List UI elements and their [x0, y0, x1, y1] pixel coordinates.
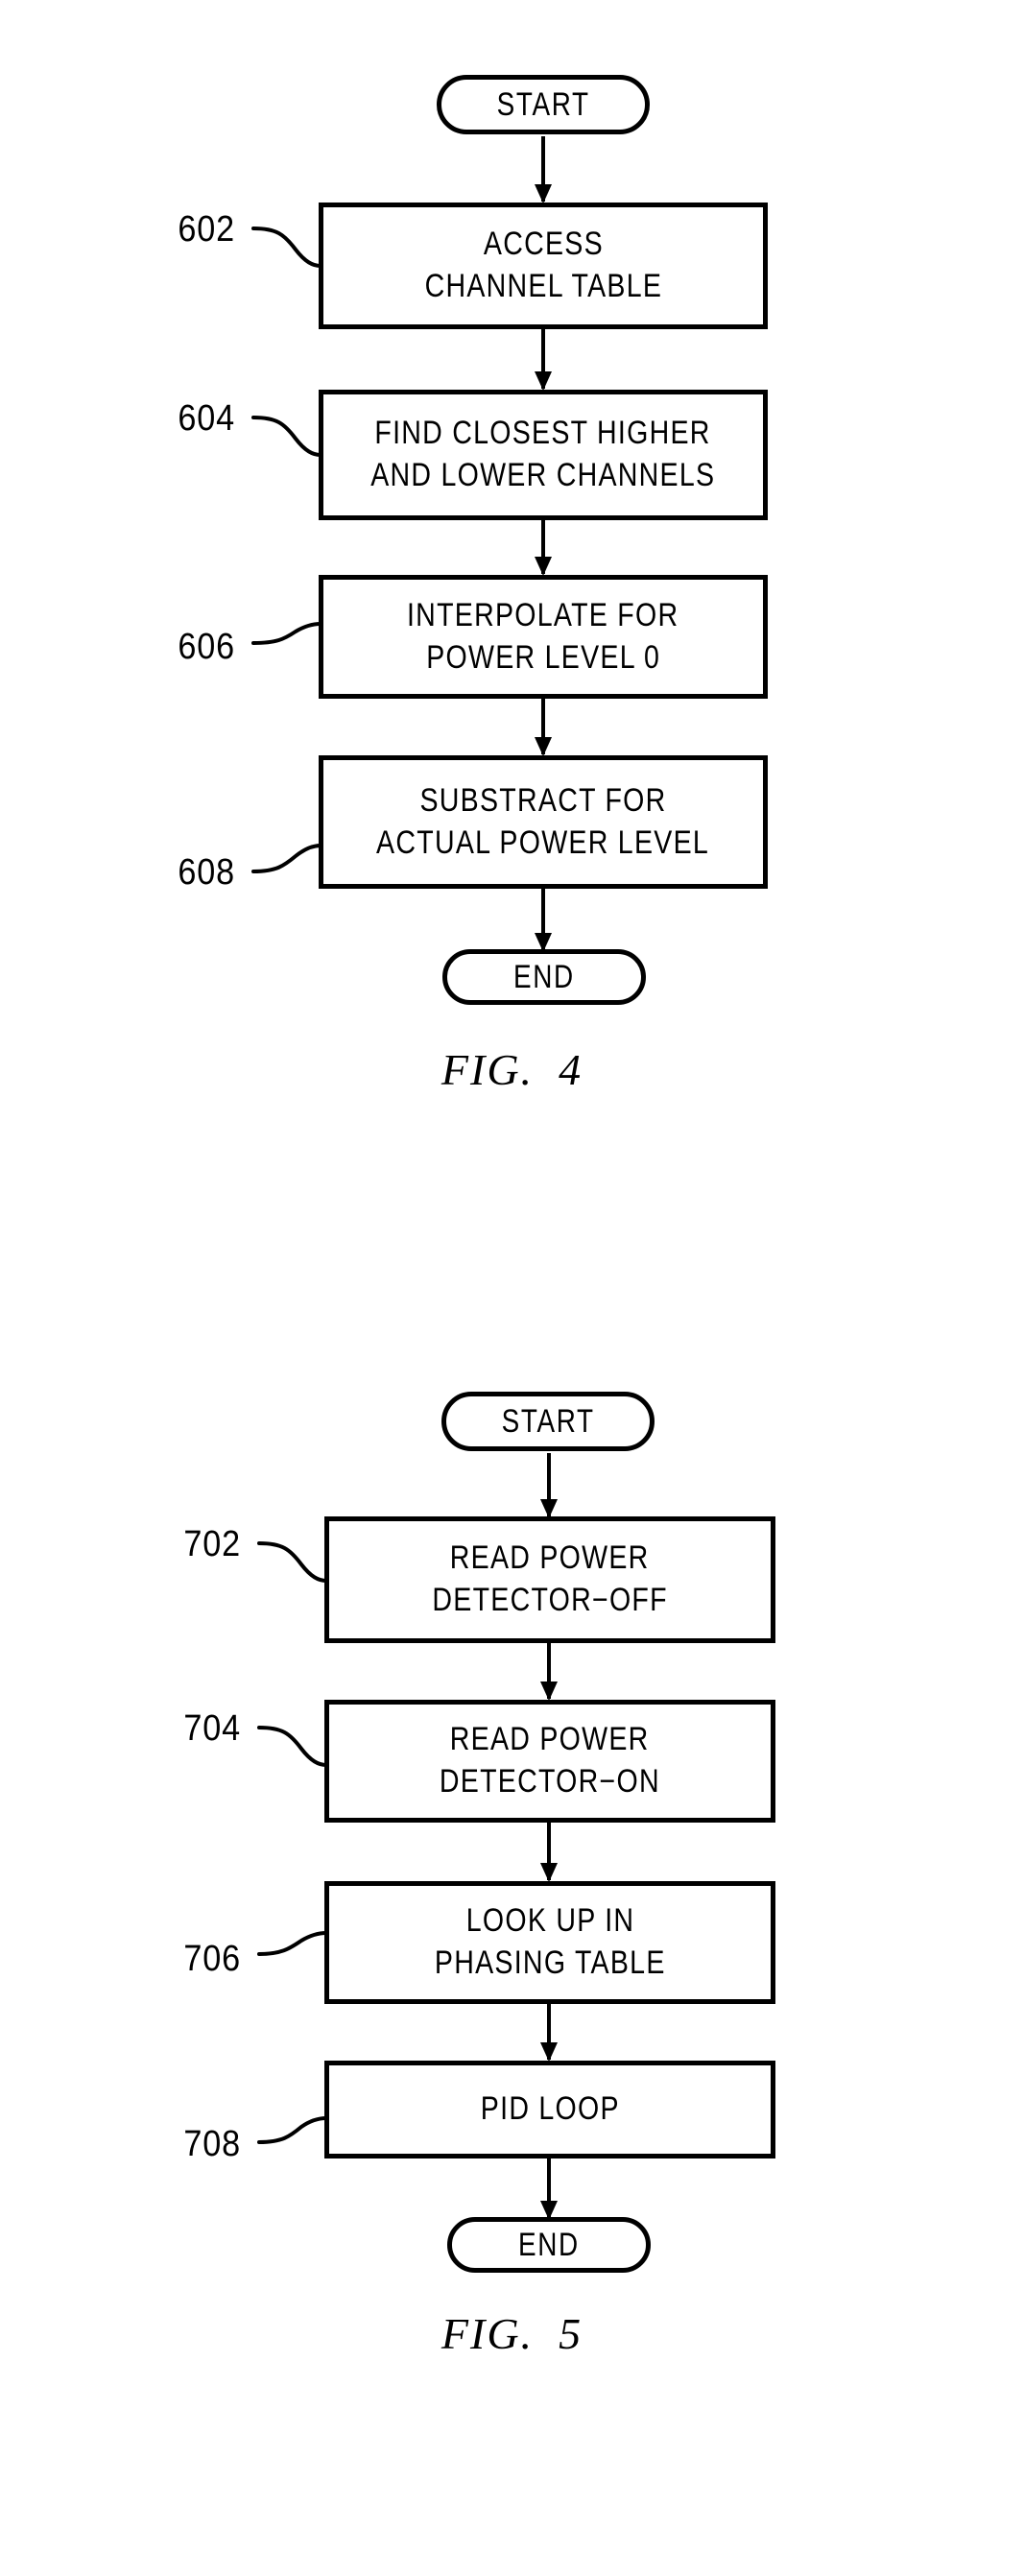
- fig5-arrow-704-706: [547, 1823, 551, 1880]
- fig4-leader-604: [251, 410, 328, 467]
- fig5-leader-708: [257, 2115, 334, 2173]
- fig5-arrow-708-end: [547, 2159, 551, 2218]
- fig4-caption-number: 4: [559, 1045, 583, 1094]
- fig5-ref-702: 702: [183, 1524, 242, 1564]
- fig5-step-702-line-1: READ POWER: [450, 1539, 650, 1577]
- fig5-step-706-line-1: LOOK UP IN: [465, 1902, 634, 1940]
- fig4-arrow-606-608: [541, 699, 545, 754]
- fig5-step-704-line-2: DETECTOR−ON: [440, 1763, 660, 1800]
- figure-5: START READ POWER DETECTOR−OFF 702 READ P…: [0, 1324, 1024, 2457]
- fig5-ref-708: 708: [183, 2124, 242, 2164]
- fig5-leader-706: [257, 1931, 334, 1989]
- fig5-arrow-702-704: [547, 1643, 551, 1699]
- fig5-arrow-start-702: [547, 1453, 551, 1516]
- fig4-step-606-line-1: INTERPOLATE FOR: [407, 596, 679, 633]
- fig5-step-706-line-2: PHASING TABLE: [434, 1944, 666, 1981]
- fig5-step-box-708: PID LOOP: [324, 2061, 775, 2159]
- fig5-leader-702: [257, 1536, 334, 1593]
- fig4-step-604-line-1: FIND CLOSEST HIGHER: [374, 415, 712, 452]
- fig4-arrow-602-604: [541, 329, 545, 389]
- fig4-step-box-606: INTERPOLATE FOR POWER LEVEL 0: [319, 575, 768, 699]
- fig4-step-606-line-2: POWER LEVEL 0: [426, 638, 660, 676]
- fig5-start-terminator: START: [441, 1392, 655, 1451]
- fig4-leader-608: [251, 843, 328, 900]
- fig5-caption: FIG. 5: [0, 2308, 1024, 2359]
- fig4-ref-604: 604: [178, 398, 236, 439]
- fig4-ref-602: 602: [178, 209, 236, 250]
- fig4-step-602-line-2: CHANNEL TABLE: [424, 268, 662, 304]
- fig5-ref-706: 706: [183, 1939, 242, 1979]
- fig4-ref-606: 606: [178, 627, 236, 667]
- fig4-start-terminator: START: [437, 75, 650, 134]
- fig4-step-608-line-1: SUBSTRACT FOR: [419, 781, 667, 819]
- fig5-end-terminator: END: [447, 2217, 651, 2273]
- fig4-caption-label: FIG.: [441, 1045, 535, 1094]
- fig4-end-label: END: [513, 959, 575, 995]
- fig4-start-label: START: [496, 86, 590, 123]
- fig4-arrow-604-606: [541, 520, 545, 574]
- fig5-start-label: START: [501, 1403, 595, 1440]
- fig4-step-box-602: ACCESS CHANNEL TABLE: [319, 203, 768, 329]
- fig5-step-box-704: READ POWER DETECTOR−ON: [324, 1700, 775, 1823]
- fig5-caption-label: FIG.: [441, 2309, 535, 2358]
- fig4-arrow-start-602: [541, 136, 545, 202]
- fig4-step-box-608: SUBSTRACT FOR ACTUAL POWER LEVEL: [319, 755, 768, 889]
- fig4-step-box-604: FIND CLOSEST HIGHER AND LOWER CHANNELS: [319, 390, 768, 520]
- fig4-leader-602: [251, 221, 328, 278]
- fig4-end-terminator: END: [442, 949, 646, 1005]
- fig5-arrow-706-708: [547, 2004, 551, 2060]
- figure-4: START ACCESS CHANNEL TABLE 602 FIND CLOS…: [0, 0, 1024, 1133]
- fig4-step-608-line-2: ACTUAL POWER LEVEL: [376, 823, 710, 861]
- fig4-step-604-line-2: AND LOWER CHANNELS: [370, 457, 716, 493]
- fig5-ref-704: 704: [183, 1708, 242, 1749]
- drawing-sheet: START ACCESS CHANNEL TABLE 602 FIND CLOS…: [0, 0, 1024, 2576]
- fig5-step-box-706: LOOK UP IN PHASING TABLE: [324, 1881, 775, 2004]
- fig5-step-704-line-1: READ POWER: [450, 1721, 650, 1758]
- fig5-leader-704: [257, 1720, 334, 1777]
- fig4-caption: FIG. 4: [0, 1044, 1024, 1095]
- fig5-step-702-line-2: DETECTOR−OFF: [432, 1582, 668, 1618]
- fig5-caption-number: 5: [559, 2309, 583, 2358]
- fig4-ref-608: 608: [178, 852, 236, 893]
- fig4-arrow-608-end: [541, 889, 545, 950]
- fig4-leader-606: [251, 622, 328, 680]
- fig4-step-602-line-1: ACCESS: [483, 226, 604, 263]
- fig5-end-label: END: [518, 2227, 580, 2263]
- fig5-step-box-702: READ POWER DETECTOR−OFF: [324, 1516, 775, 1643]
- fig5-step-708-line-1: PID LOOP: [480, 2090, 620, 2128]
